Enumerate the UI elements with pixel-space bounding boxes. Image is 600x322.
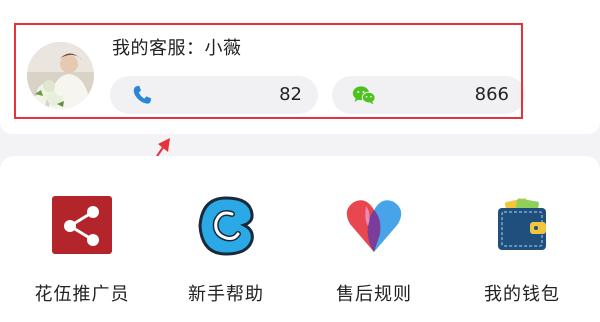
- heart-icon: [346, 200, 402, 252]
- menu-item-label: 新手帮助: [188, 284, 264, 305]
- menu-item-promoter[interactable]: 花伍推广员: [12, 194, 152, 314]
- wallet-icon: [498, 198, 546, 250]
- customer-service-card: 我的客服：小薇 82 866: [0, 0, 600, 134]
- share-icon: [52, 196, 112, 254]
- menu-item-label: 售后规则: [336, 284, 412, 305]
- menu-item-help[interactable]: 新手帮助: [156, 194, 296, 314]
- menu-item-label: 花伍推广员: [34, 284, 130, 305]
- menu-item-aftersale[interactable]: 售后规则: [304, 194, 444, 314]
- help-c-icon: [198, 196, 254, 256]
- menu-item-wallet[interactable]: 我的钱包: [452, 194, 592, 314]
- menu-item-label: 我的钱包: [484, 284, 560, 305]
- highlight-box: [14, 23, 523, 119]
- feature-menu: 花伍推广员 新手帮助 售后规则 我的钱包: [0, 156, 600, 322]
